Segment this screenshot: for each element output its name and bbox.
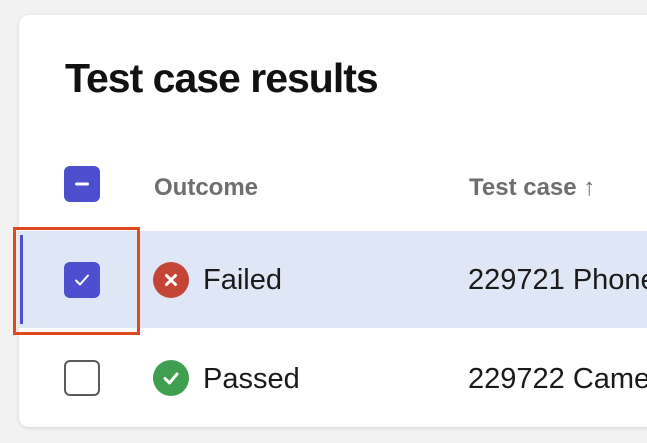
focus-highlight: [13, 227, 140, 335]
outcome-cell: Failed: [203, 264, 282, 296]
outcome-cell: Passed: [203, 363, 300, 395]
row-checkbox[interactable]: [64, 360, 100, 396]
x-circle-icon: [153, 262, 189, 298]
select-all-checkbox[interactable]: [64, 166, 100, 202]
table-row[interactable]: Passed 229722 Camera: [19, 328, 647, 427]
arrow-up-icon: ↑: [583, 174, 596, 201]
column-header-test-case[interactable]: Test case ↑: [469, 174, 595, 202]
test-case-cell[interactable]: 229721 Phone: [468, 264, 647, 297]
column-header-test-case-label: Test case: [469, 174, 577, 201]
column-header-outcome[interactable]: Outcome: [154, 174, 258, 202]
test-case-cell[interactable]: 229722 Camera: [468, 363, 647, 396]
table-header: Outcome Test case ↑: [19, 152, 647, 216]
minus-icon: [75, 182, 89, 186]
page-title: Test case results: [65, 55, 379, 101]
check-circle-icon: [153, 360, 189, 396]
results-card: Test case results Outcome Test case ↑ Fa…: [19, 15, 647, 427]
